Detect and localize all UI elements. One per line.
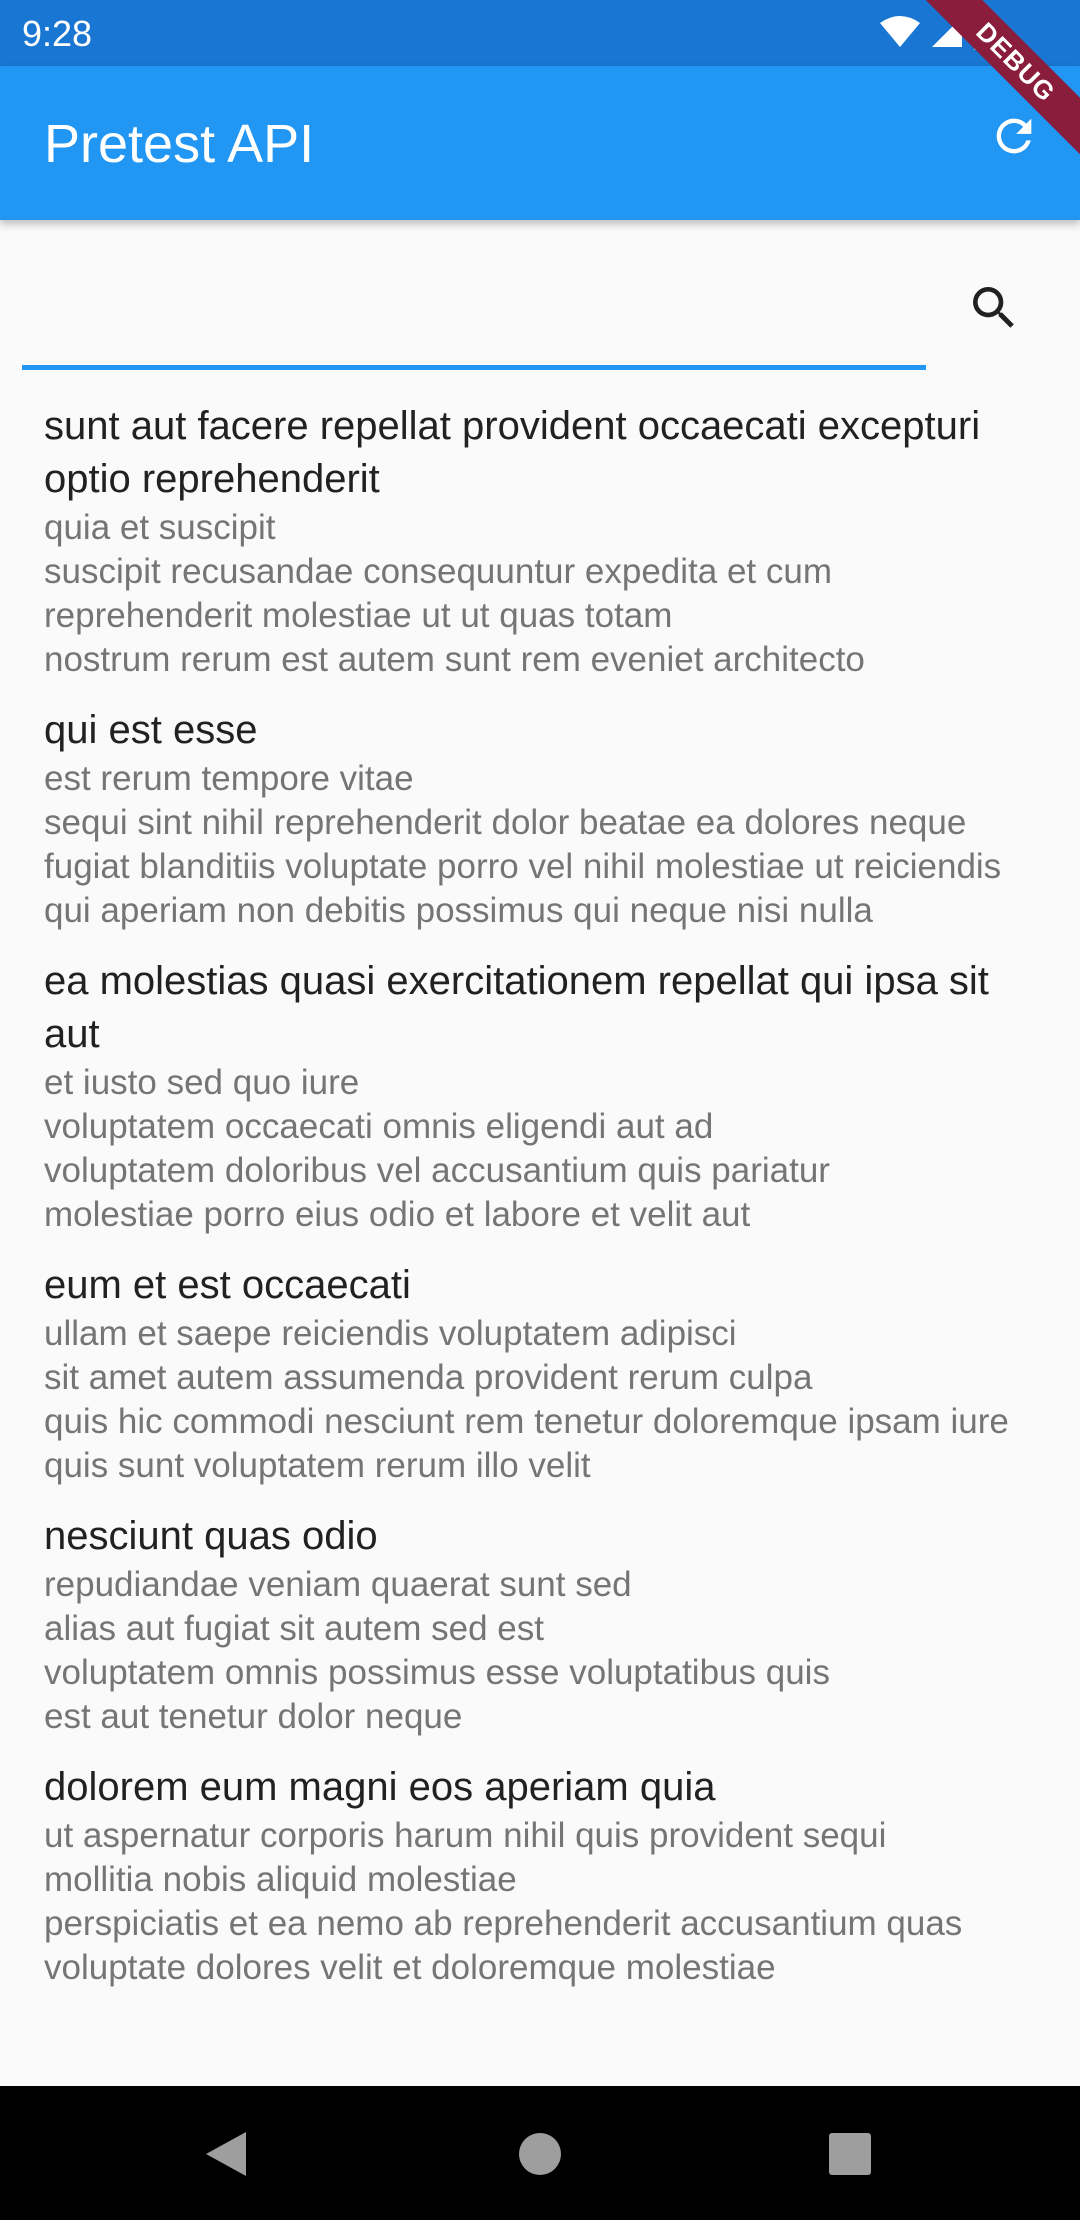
post-title: ea molestias quasi exercitationem repell… bbox=[44, 959, 989, 1056]
home-button[interactable] bbox=[500, 2116, 580, 2196]
post-body: et iusto sed quo iure voluptatem occaeca… bbox=[44, 1063, 830, 1234]
post-list[interactable]: sunt aut facere repellat provident occae… bbox=[0, 400, 1080, 2086]
post-title: qui est esse bbox=[44, 708, 258, 752]
list-item[interactable]: qui est esse est rerum tempore vitae seq… bbox=[0, 704, 1080, 933]
list-item[interactable]: sunt aut facere repellat provident occae… bbox=[0, 400, 1080, 682]
search-input[interactable] bbox=[22, 280, 926, 370]
post-body: repudiandae veniam quaerat sunt sed alia… bbox=[44, 1565, 830, 1736]
status-time: 9:28 bbox=[22, 13, 93, 54]
navigation-bar bbox=[0, 2086, 1080, 2220]
home-icon bbox=[518, 2132, 562, 2181]
battery-icon bbox=[974, 13, 996, 55]
page-title: Pretest API bbox=[44, 114, 315, 174]
status-icons bbox=[880, 13, 996, 55]
post-body: ut aspernatur corporis harum nihil quis … bbox=[44, 1816, 963, 1987]
refresh-icon bbox=[988, 110, 1040, 167]
back-button[interactable] bbox=[186, 2116, 266, 2196]
list-item[interactable]: eum et est occaecati ullam et saepe reic… bbox=[0, 1259, 1080, 1488]
search-button[interactable] bbox=[952, 268, 1036, 352]
post-body: ullam et saepe reiciendis voluptatem adi… bbox=[44, 1314, 1009, 1485]
search-bar bbox=[0, 220, 1080, 380]
post-title: dolorem eum magni eos aperiam quia bbox=[44, 1765, 716, 1809]
list-item[interactable]: nesciunt quas odio repudiandae veniam qu… bbox=[0, 1510, 1080, 1739]
search-icon bbox=[966, 280, 1022, 341]
status-bar: 9:28 bbox=[0, 0, 1080, 66]
recents-icon bbox=[829, 2132, 871, 2180]
post-title: sunt aut facere repellat provident occae… bbox=[44, 404, 981, 501]
app-bar: Pretest API bbox=[0, 66, 1080, 220]
list-item[interactable]: ea molestias quasi exercitationem repell… bbox=[0, 955, 1080, 1237]
list-item[interactable]: dolorem eum magni eos aperiam quia ut as… bbox=[0, 1761, 1080, 1990]
post-title: eum et est occaecati bbox=[44, 1263, 411, 1307]
recents-button[interactable] bbox=[810, 2116, 890, 2196]
post-body: est rerum tempore vitae sequi sint nihil… bbox=[44, 759, 1002, 930]
back-icon bbox=[204, 2130, 248, 2183]
cell-signal-icon bbox=[930, 15, 964, 54]
post-body: quia et suscipit suscipit recusandae con… bbox=[44, 508, 865, 679]
post-title: nesciunt quas odio bbox=[44, 1514, 378, 1558]
wifi-icon bbox=[880, 15, 920, 54]
refresh-button[interactable] bbox=[974, 98, 1054, 178]
